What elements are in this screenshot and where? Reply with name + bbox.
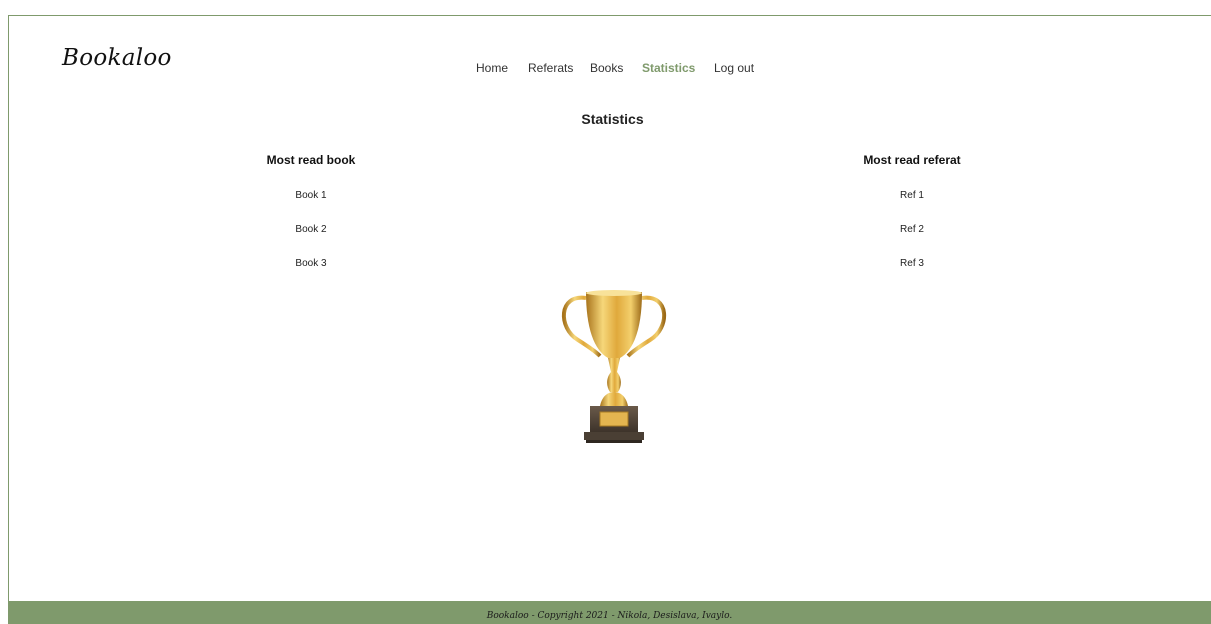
list-item: Ref 2 (900, 224, 924, 235)
referat-list: Ref 1 Ref 2 Ref 3 (802, 189, 1022, 291)
main-nav: Home Referats Books Statistics Log out (0, 61, 1211, 79)
page-border-top (8, 15, 1211, 16)
list-item: Book 1 (295, 190, 327, 201)
page-title: Statistics (581, 111, 644, 127)
page-border-left (8, 15, 9, 624)
list-item: Book 3 (295, 258, 327, 269)
most-read-referat-heading: Most read referat (863, 153, 961, 167)
nav-statistics[interactable]: Statistics (642, 61, 695, 75)
nav-logout[interactable]: Log out (714, 61, 754, 75)
list-item: Ref 3 (900, 258, 924, 269)
nav-referats[interactable]: Referats (528, 61, 573, 75)
most-read-referat-section: Most read referat Ref 1 Ref 2 Ref 3 (802, 151, 1022, 291)
most-read-book-heading: Most read book (266, 153, 356, 167)
book-list: Book 1 Book 2 Book 3 (201, 189, 421, 291)
footer: Bookaloo - Copyright 2021 - Nikola, Desi… (8, 601, 1211, 624)
list-item: Ref 1 (900, 190, 924, 201)
list-item: Book 2 (295, 224, 327, 235)
nav-books[interactable]: Books (590, 61, 623, 75)
trophy-icon (556, 288, 672, 446)
nav-home[interactable]: Home (476, 61, 508, 75)
most-read-book-section: Most read book Book 1 Book 2 Book 3 (201, 151, 421, 291)
